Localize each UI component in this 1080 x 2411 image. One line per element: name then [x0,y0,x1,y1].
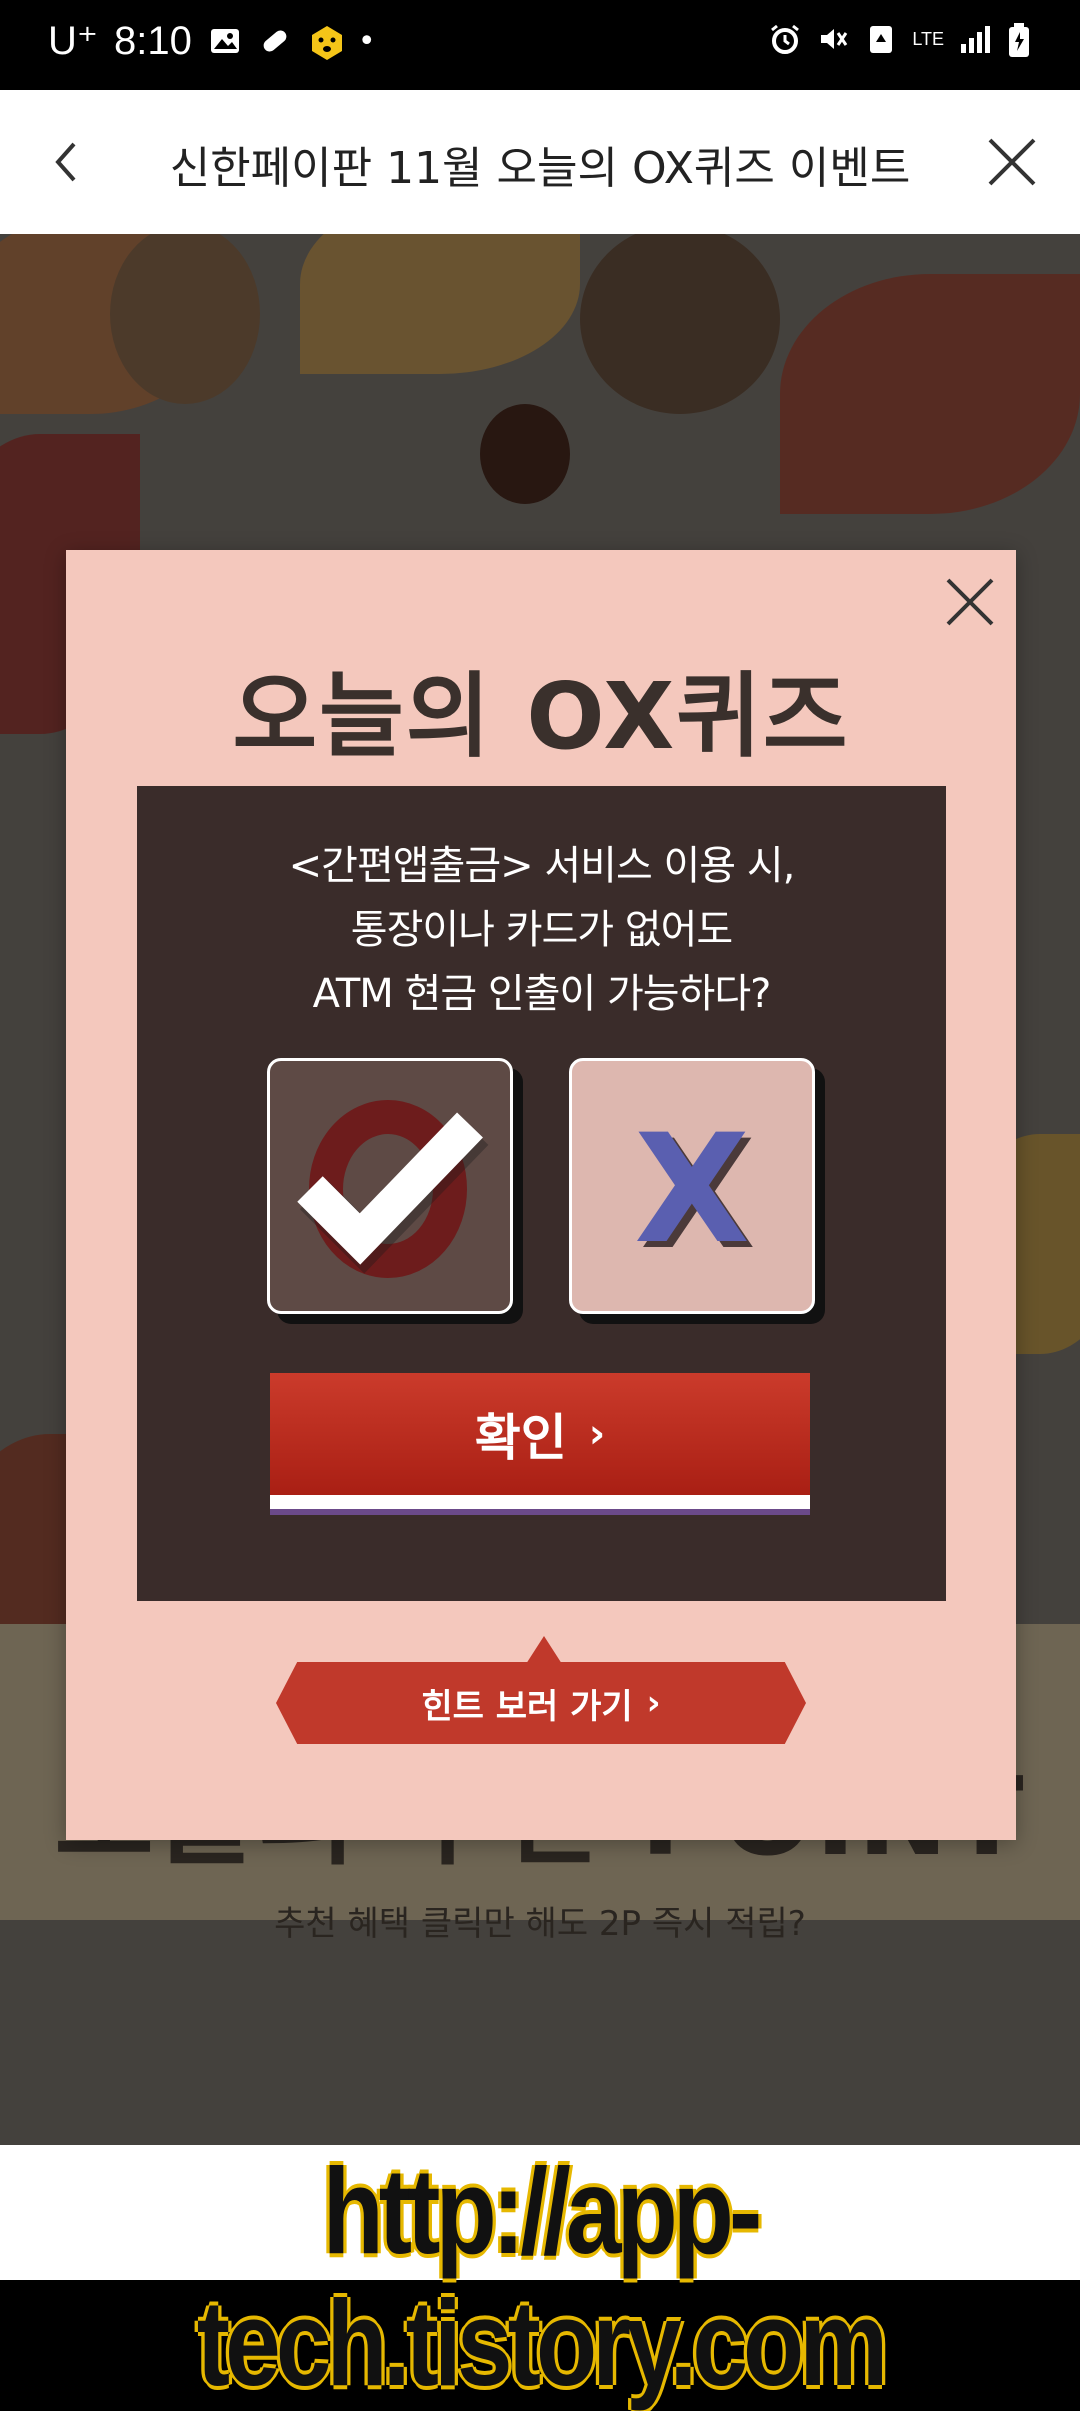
gallery-icon [208,24,242,58]
answer-x-button[interactable]: X [569,1058,815,1314]
confirm-button[interactable]: 확인 › [270,1373,810,1509]
hint-pointer [526,1636,562,1664]
recycle-icon [864,22,898,56]
more-notifications-icon: • [357,23,376,59]
hint-label: 힌트 보러 가기 [421,1686,633,1727]
answer-o-button[interactable] [267,1058,513,1314]
alarm-icon [768,22,802,56]
ox-quiz-modal: 오늘의 OX퀴즈 <간편앱출금> 서비스 이용 시, 통장이나 카드가 없어도 … [66,550,1016,1840]
back-button[interactable] [40,132,100,192]
question-line: ATM 현금 인출이 가능하다? [312,971,772,1017]
pill-icon [258,24,292,58]
mute-icon [816,22,850,56]
network-type: LTE [912,29,944,49]
hint-button[interactable]: 힌트 보러 가기 › [276,1662,806,1744]
quiz-box: <간편앱출금> 서비스 이용 시, 통장이나 카드가 없어도 ATM 현금 인출… [137,786,946,1601]
status-bar: U⁺ 8:10 • LTE [0,0,1080,90]
modal-close-button[interactable] [942,574,998,630]
clock: 8:10 [114,18,192,63]
watermark-banner: http://app-tech.tistory.com [0,2145,1080,2409]
close-icon [988,138,1036,186]
modal-title: 오늘의 OX퀴즈 [232,663,850,770]
watermark-text: http://app-tech.tistory.com [196,2143,889,2411]
question-line: 통장이나 카드가 없어도 [350,907,733,953]
question-line: <간편앱출금> 서비스 이용 시, [288,843,796,889]
app-header: 신한페이판 11월 오늘의 OX퀴즈 이벤트 [0,90,1080,234]
checkmark-o-icon [297,1100,489,1278]
close-icon [946,578,994,626]
chevron-right-icon: › [646,1683,661,1723]
close-button[interactable] [982,132,1042,192]
chevron-right-icon: › [588,1411,606,1457]
emoji-notification-icon [308,24,342,60]
recommend-point-subtitle: 추천 혜택 클릭만 해도 2P 즉시 적립? [274,1904,806,1944]
x-answer-label: X [634,1103,750,1277]
confirm-label: 확인 [474,1409,567,1467]
carrier-label: U⁺ [48,19,98,63]
hint-button-wrap: 힌트 보러 가기 › [276,1636,806,1746]
chevron-left-icon [55,142,76,182]
battery-icon [1006,22,1040,57]
page-title: 신한페이판 11월 오늘의 OX퀴즈 이벤트 [169,143,911,194]
quiz-question: <간편앱출금> 서비스 이용 시, 통장이나 카드가 없어도 ATM 현금 인출… [137,834,946,1026]
signal-icon [958,22,992,56]
